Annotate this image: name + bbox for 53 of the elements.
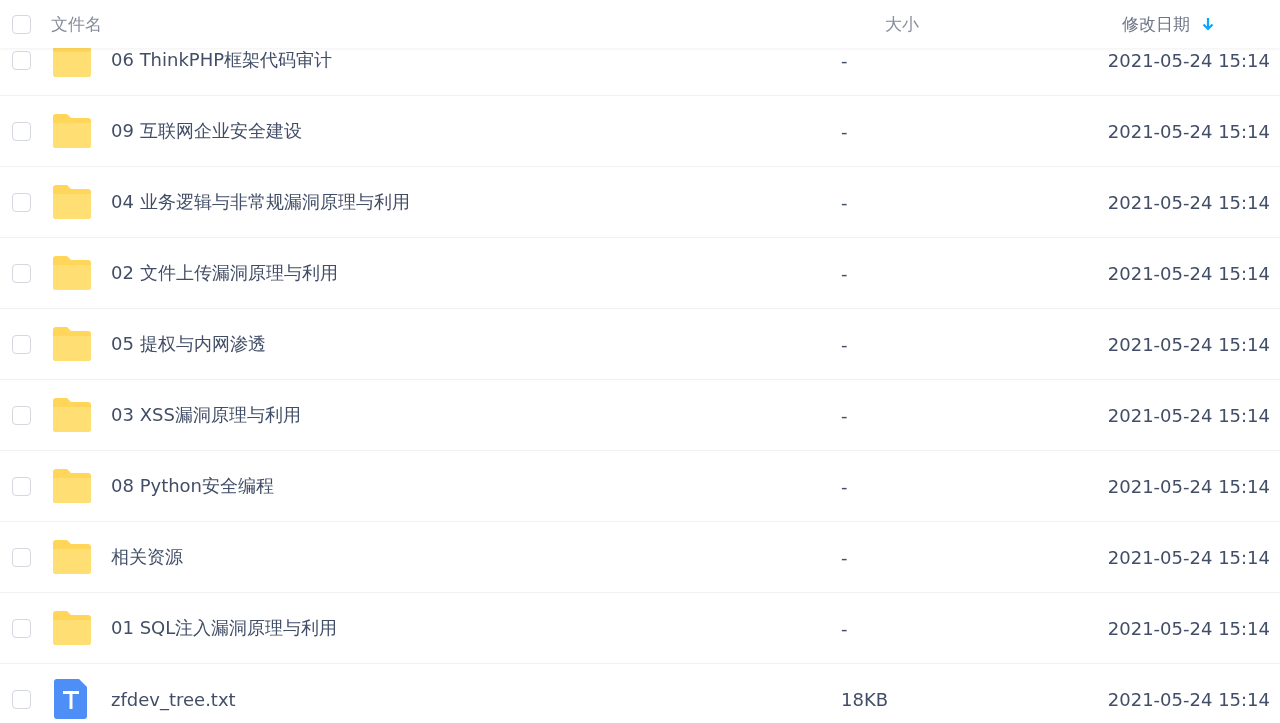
file-name[interactable]: 03 XSS漏洞原理与利用 (111, 403, 841, 427)
select-all-checkbox[interactable] (12, 14, 31, 34)
folder-icon (51, 255, 93, 291)
row-checkbox[interactable] (12, 263, 31, 283)
file-size: - (841, 404, 849, 426)
row-checkbox[interactable] (12, 405, 31, 425)
modified-date: 2021-05-24 15:14 (1107, 475, 1270, 497)
modified-date: 2021-05-24 15:14 (1107, 49, 1270, 71)
folder-icon (51, 113, 93, 149)
row-checkbox[interactable] (12, 547, 31, 567)
folder-icon (51, 468, 93, 504)
file-name[interactable]: 06 ThinkPHP框架代码审计 (111, 48, 841, 72)
column-header[interactable]: 文件名 (51, 12, 102, 36)
row-checkbox[interactable] (12, 334, 31, 354)
folder-icon (51, 184, 93, 220)
file-size: - (841, 49, 849, 71)
modified-date: 2021-05-24 15:14 (1107, 404, 1270, 426)
sort-arrow-icon[interactable] (1202, 17, 1215, 31)
row-checkbox[interactable] (12, 121, 31, 141)
row-checkbox[interactable] (12, 476, 31, 496)
file-size: 18KB (841, 688, 890, 710)
modified-date: 2021-05-24 15:14 (1107, 262, 1270, 284)
file-name[interactable]: 相关资源 (111, 545, 841, 569)
file-size: - (841, 191, 849, 213)
modified-date: 2021-05-24 15:14 (1107, 688, 1270, 710)
file-name[interactable]: 04 业务逻辑与非常规漏洞原理与利用 (111, 190, 841, 214)
file-size: - (841, 475, 849, 497)
file-name[interactable]: 01 SQL注入漏洞原理与利用 (111, 616, 841, 640)
file-name[interactable]: 08 Python安全编程 (111, 474, 841, 498)
folder-icon (51, 326, 93, 362)
file-name[interactable]: 02 文件上传漏洞原理与利用 (111, 261, 841, 285)
file-size: - (841, 546, 849, 568)
folder-icon (51, 610, 93, 646)
modified-date: 2021-05-24 15:14 (1107, 191, 1270, 213)
file-name[interactable]: 09 互联网企业安全建设 (111, 119, 841, 143)
folder-icon (51, 539, 93, 575)
file-name[interactable]: zfdev_tree.txt (111, 688, 841, 710)
file-size: - (841, 333, 849, 355)
column-header[interactable]: 修改日期 (1122, 12, 1191, 36)
modified-date: 2021-05-24 15:14 (1107, 120, 1270, 142)
row-checkbox[interactable] (12, 689, 31, 709)
folder-icon (51, 48, 93, 78)
folder-icon (51, 397, 93, 433)
row-checkbox[interactable] (12, 618, 31, 638)
file-size: - (841, 120, 849, 142)
modified-date: 2021-05-24 15:14 (1107, 333, 1270, 355)
file-size: - (841, 262, 849, 284)
row-checkbox[interactable] (12, 192, 31, 212)
modified-date: 2021-05-24 15:14 (1107, 546, 1270, 568)
file-name[interactable]: 05 提权与内网渗透 (111, 332, 841, 356)
modified-date: 2021-05-24 15:14 (1107, 617, 1270, 639)
row-checkbox[interactable] (12, 50, 31, 70)
file-size: - (841, 617, 849, 639)
